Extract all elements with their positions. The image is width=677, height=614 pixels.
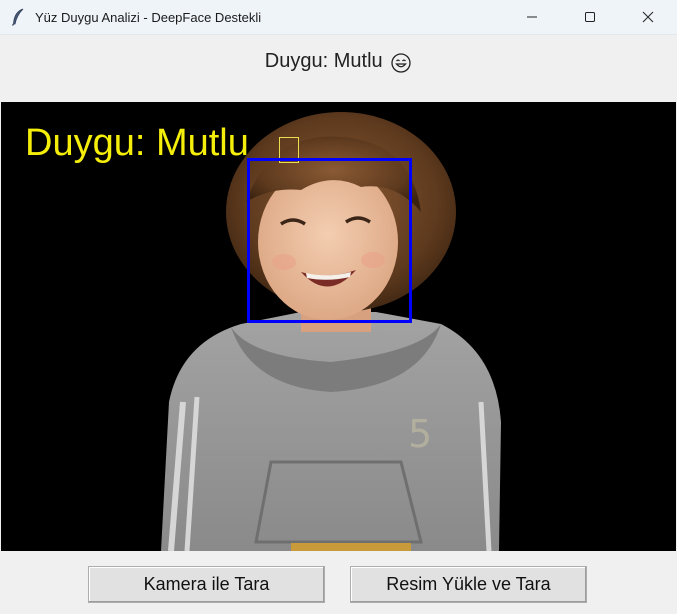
emotion-label-text: Duygu: Mutlu — [264, 50, 383, 73]
smiling-face-emoji-icon — [391, 53, 411, 73]
feather-icon — [3, 0, 33, 34]
minimize-icon — [527, 16, 537, 18]
close-button[interactable] — [619, 0, 677, 34]
close-icon — [642, 11, 654, 23]
emotion-label: Duygu: Mutlu — [0, 50, 677, 73]
maximize-button[interactable] — [561, 0, 619, 34]
minimize-button[interactable] — [503, 0, 561, 34]
svg-text:5: 5 — [408, 412, 432, 456]
overlay-emotion-text: Duygu: Mutlu — [25, 122, 249, 164]
scan-with-camera-button[interactable]: Kamera ile Tara — [88, 566, 325, 603]
maximize-icon — [585, 12, 595, 22]
window-title: Yüz Duygu Analizi - DeepFace Destekli — [35, 9, 262, 25]
face-detection-box — [247, 158, 412, 323]
title-bar: Yüz Duygu Analizi - DeepFace Destekli — [0, 0, 677, 35]
upload-image-and-scan-button[interactable]: Resim Yükle ve Tara — [350, 566, 587, 603]
